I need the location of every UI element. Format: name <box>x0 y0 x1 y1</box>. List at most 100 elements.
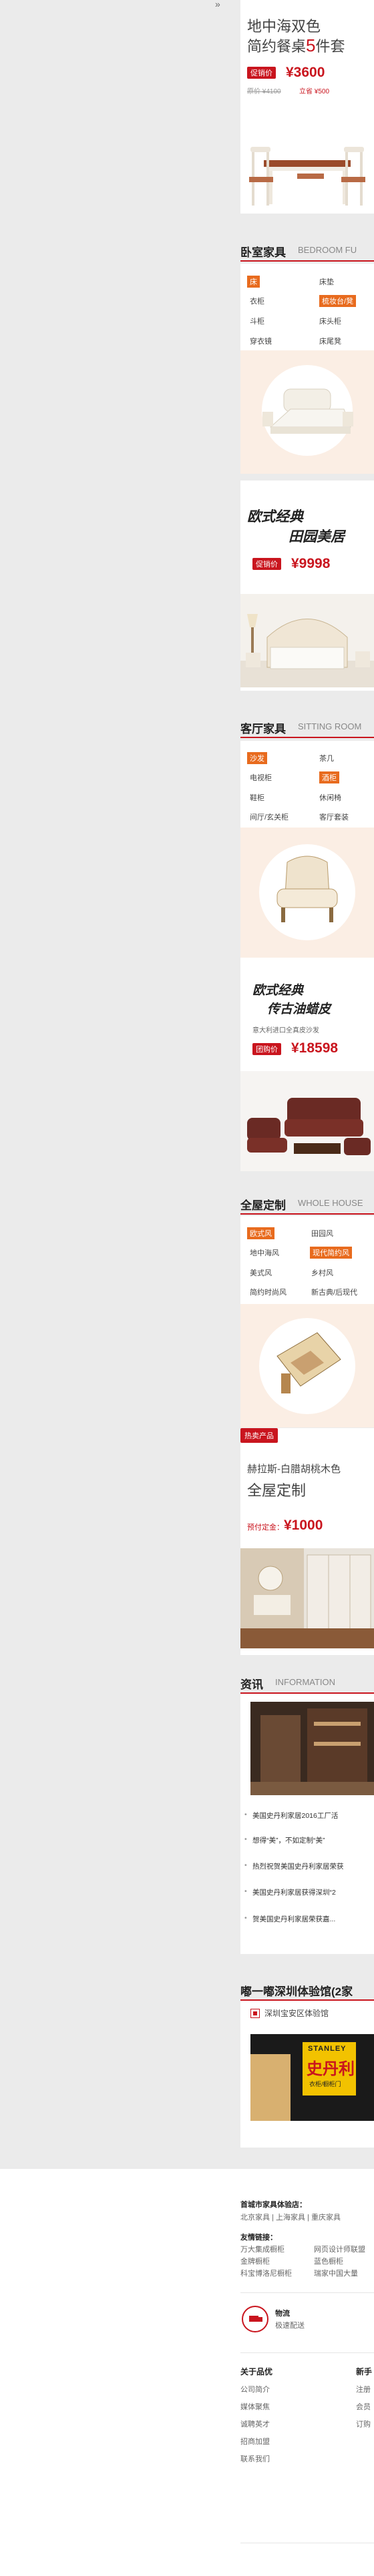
about-link-5[interactable]: 联系我们 <box>240 2453 270 2464</box>
news-item-3[interactable]: 热烈祝贺美国史丹利家居荣获 <box>244 1861 343 1871</box>
truck-icon-body <box>249 2316 258 2322</box>
bedroom-category-links: 床 床垫 衣柜 梳妆台/凳 斗柜 床头柜 穿衣镜 床尾凳 <box>240 264 374 350</box>
custom-promo-card[interactable]: 热卖产品 赫拉斯-白腊胡桃木色 全屋定制 预付定金：¥1000 <box>240 1428 374 1655</box>
living-promo-tag: 团购价 <box>252 1043 281 1055</box>
living-category-links: 沙发 茶几 电视柜 酒柜 鞋柜 休闲椅 间厅/玄关柜 客厅套装 <box>240 741 374 828</box>
bedroom-link-bench[interactable]: 床尾凳 <box>319 336 341 346</box>
bedroom-title-cn: 卧室家具 <box>240 246 286 259</box>
store-entrance <box>250 2054 291 2121</box>
footer-friend-link-5[interactable]: 科宝博洛尼橱柜 <box>240 2268 292 2278</box>
about-link-2[interactable]: 媒体聚焦 <box>240 2401 270 2412</box>
newbie-link-1[interactable]: 注册 <box>356 2384 371 2394</box>
store-sign-sub: 衣柜/橱柜门 <box>309 2081 341 2087</box>
living-link-living-set[interactable]: 客厅套装 <box>319 812 349 822</box>
bedroom-section-title: 卧室家具 BEDROOM FU <box>240 236 374 262</box>
bedroom-link-wardrobe[interactable]: 衣柜 <box>250 296 264 306</box>
news-item-4[interactable]: 美国史丹利家居获得深圳“2 <box>244 1887 336 1897</box>
custom-link-modern[interactable]: 现代简约风 <box>310 1247 352 1259</box>
deposit-label: 预付定金： <box>247 1524 284 1532</box>
living-title-en: SITTING ROOM <box>298 721 362 731</box>
living-link-shoe-cabinet[interactable]: 鞋柜 <box>250 792 264 803</box>
stores-panel: 深圳宝安区体验馆 STANLEY 史丹利 衣柜/橱柜门 <box>240 2001 374 2148</box>
living-link-hall-cabinet[interactable]: 间厅/玄关柜 <box>250 812 289 822</box>
store-location-icon-dot <box>253 2011 257 2015</box>
custom-feature-image[interactable] <box>240 1304 374 1427</box>
footer-friend-link-4[interactable]: 蓝色橱柜 <box>314 2256 343 2266</box>
news-title-cn: 资讯 <box>240 1678 263 1691</box>
newbie-link-2[interactable]: 会员 <box>356 2401 371 2412</box>
news-item-5[interactable]: 贺美国史丹利家居荣获嘉... <box>244 1914 335 1924</box>
footer: 首城市家具体验店： 北京家具 | 上海家具 | 重庆家具 友情链接： 万大集成橱… <box>0 2169 374 2576</box>
bedroom-promo-card[interactable]: 欧式经典 田园美居 促销价 ¥9998 <box>240 480 374 691</box>
bedroom-slogan-2: 田园美居 <box>289 528 345 545</box>
bedroom-link-mattress[interactable]: 床垫 <box>319 276 334 287</box>
footer-stores-line[interactable]: 北京家具 | 上海家具 | 重庆家具 <box>240 2212 341 2222</box>
promo-tag: 促销价 <box>247 67 276 79</box>
footer-divider-1 <box>240 2292 374 2293</box>
save-amount: 立省 ¥500 <box>299 88 330 95</box>
about-link-1[interactable]: 公司简介 <box>240 2384 270 2394</box>
custom-title-cn: 全屋定制 <box>240 1199 286 1212</box>
about-title: 关于品优 <box>240 2367 273 2376</box>
bedroom-feature-image[interactable] <box>240 350 374 474</box>
custom-link-american[interactable]: 美式风 <box>250 1267 272 1278</box>
store-sign-image[interactable]: STANLEY 史丹利 衣柜/橱柜门 <box>250 2034 374 2121</box>
living-title-cn: 客厅家具 <box>240 723 286 735</box>
deposit-price: ¥1000 <box>284 1518 323 1533</box>
living-link-sofa[interactable]: 沙发 <box>247 752 267 764</box>
bedroom-link-bed[interactable]: 床 <box>247 276 260 288</box>
wardrobe-image <box>240 1548 374 1648</box>
living-section-title: 客厅家具 SITTING ROOM <box>240 713 374 738</box>
news-cover-image[interactable] <box>250 1702 374 1795</box>
footer-friend-link-6[interactable]: 瑞家中国大量 <box>314 2268 358 2278</box>
news-item-1[interactable]: 美国史丹利家居2016工厂活 <box>244 1811 338 1821</box>
living-link-wine-cabinet[interactable]: 酒柜 <box>319 771 339 783</box>
custom-link-european[interactable]: 欧式风 <box>247 1227 274 1239</box>
living-link-tv-cabinet[interactable]: 电视柜 <box>250 772 272 783</box>
news-item-2[interactable]: 想得“美”，不如定制“美” <box>244 1835 325 1845</box>
custom-link-simple-fashion[interactable]: 简约时尚风 <box>250 1287 287 1297</box>
footer-friend-link-3[interactable]: 金牌橱柜 <box>240 2256 270 2266</box>
title-number: 5 <box>306 35 316 55</box>
dining-set-image[interactable] <box>244 133 374 214</box>
leather-sofa-set-image <box>240 1071 374 1171</box>
bedroom-slogan-1: 欧式经典 <box>247 508 303 525</box>
footer-friend-link-1[interactable]: 万大集成橱柜 <box>240 2244 285 2254</box>
bedroom-link-nightstand[interactable]: 床头柜 <box>319 316 341 326</box>
expand-icon[interactable]: » <box>215 0 220 9</box>
living-slogan-2: 传古油蜡皮 <box>267 1002 331 1016</box>
about-link-3[interactable]: 诚聘英才 <box>240 2419 270 2429</box>
product-title-line1: 地中海双色 <box>247 18 321 35</box>
custom-category-links: 欧式风 田园风 地中海风 现代简约风 美式风 乡村风 简约时尚风 新古典/后现代 <box>240 1216 374 1304</box>
bedroom-link-dresser[interactable]: 梳妆台/凳 <box>319 295 357 307</box>
footer-friend-link-2[interactable]: 网页设计师联盟 <box>314 2244 365 2254</box>
custom-section-title: 全屋定制 WHOLE HOUSE <box>240 1189 374 1215</box>
store-location-icon <box>250 2009 260 2018</box>
bedroom-set-image <box>240 594 374 687</box>
custom-link-country[interactable]: 乡村风 <box>311 1267 333 1278</box>
living-promo-card[interactable]: 欧式经典 传古油蜡皮 意大利进口全真皮沙发 团购价 ¥18598 <box>240 958 374 1171</box>
custom-link-mediterranean[interactable]: 地中海风 <box>250 1247 279 1258</box>
living-link-lounge-chair[interactable]: 休闲椅 <box>319 792 341 803</box>
armchair-image <box>259 844 355 940</box>
store-sign-cn: 史丹利 <box>307 2060 355 2078</box>
living-slogan-1: 欧式经典 <box>252 983 304 998</box>
original-price: 原价 ¥4100 <box>247 88 281 95</box>
bedroom-link-chest[interactable]: 斗柜 <box>250 316 264 326</box>
living-link-coffee-table[interactable]: 茶几 <box>319 753 334 763</box>
stores-section-title: 嘟一嘟深圳体验馆(2家 <box>240 1975 374 2001</box>
living-feature-image[interactable] <box>240 828 374 958</box>
custom-link-pastoral[interactable]: 田园风 <box>311 1228 333 1239</box>
product-title-line2: 简约餐桌5件套 <box>247 35 345 56</box>
newbie-link-3[interactable]: 订购 <box>356 2419 371 2429</box>
stores-title: 嘟一嘟深圳体验馆(2家 <box>240 1985 353 1998</box>
custom-product-line2: 全屋定制 <box>247 1482 307 1499</box>
bedroom-link-mirror[interactable]: 穿衣镜 <box>250 336 272 346</box>
about-link-4[interactable]: 招商加盟 <box>240 2436 270 2447</box>
bed-image <box>262 365 353 456</box>
custom-product-line1: 赫拉斯-白腊胡桃木色 <box>247 1464 341 1475</box>
top-product-card[interactable]: 地中海双色 简约餐桌5件套 促销价 ¥3600 原价 ¥4100 立省 ¥500 <box>240 0 374 214</box>
truck-icon-cab <box>258 2317 262 2322</box>
store-item[interactable]: 深圳宝安区体验馆 <box>264 2007 329 2019</box>
custom-link-neoclassical[interactable]: 新古典/后现代 <box>311 1287 357 1297</box>
